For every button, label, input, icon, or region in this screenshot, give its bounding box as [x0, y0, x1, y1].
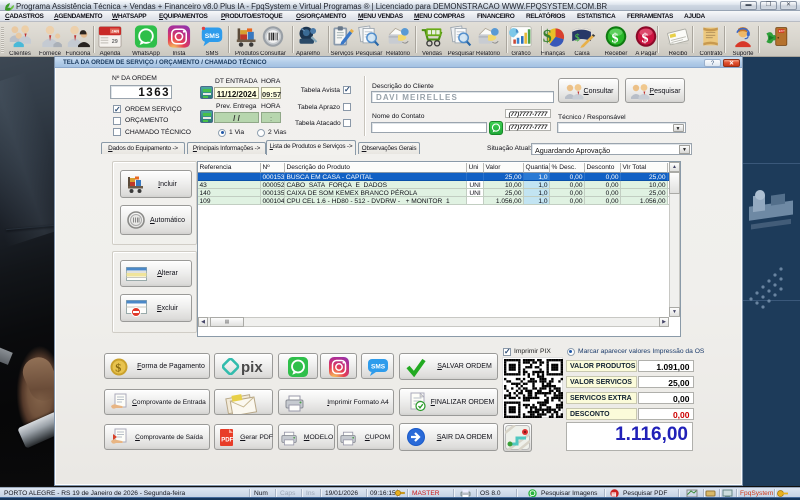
- svg-text:JAN: JAN: [111, 29, 119, 34]
- svg-text:SMS: SMS: [371, 364, 386, 371]
- svg-text:$: $: [611, 31, 618, 46]
- svg-text:29: 29: [112, 39, 118, 45]
- svg-text:EXIT: EXIT: [779, 29, 785, 33]
- svg-text:$: $: [641, 31, 648, 46]
- svg-text:SMS: SMS: [205, 33, 220, 40]
- svg-text:$: $: [543, 26, 552, 46]
- svg-text:$: $: [575, 33, 580, 44]
- svg-text:pix: pix: [241, 359, 263, 375]
